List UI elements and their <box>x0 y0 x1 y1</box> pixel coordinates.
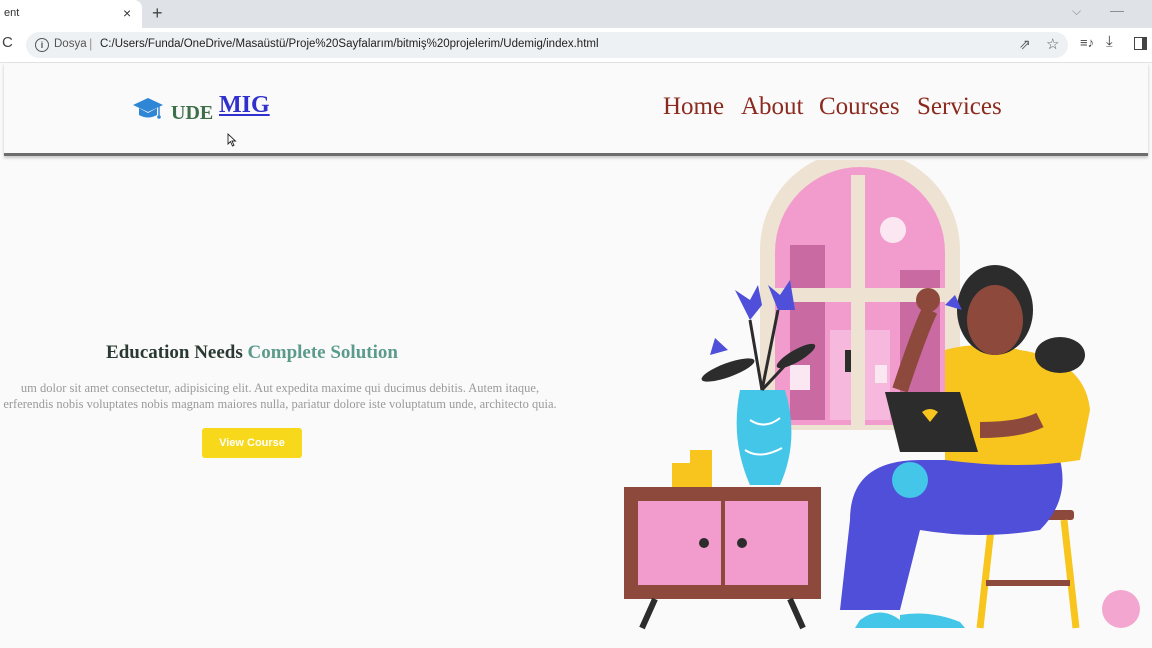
close-icon[interactable]: × <box>123 5 131 21</box>
browser-tab-strip: ent × + ⌵ — <box>0 0 1152 28</box>
hero-illustration <box>624 160 1090 630</box>
headline-accent: Complete Solution <box>247 342 398 363</box>
tab-title: ent <box>4 7 20 19</box>
share-icon[interactable]: ⇗ <box>1019 36 1031 53</box>
side-panel-icon[interactable] <box>1134 37 1147 50</box>
hero-paragraph: um dolor sit amet consectetur, adipisici… <box>0 380 570 412</box>
nav-link-about[interactable]: About <box>741 93 804 121</box>
media-controls-icon[interactable]: ≡♪ <box>1080 35 1094 50</box>
hero-headline: Education Needs Complete Solution <box>0 342 504 364</box>
address-bar[interactable]: i Dosya | C:/Users/Funda/OneDrive/Masaüs… <box>26 32 1068 58</box>
tab-search-icon[interactable]: ⌵ <box>1072 4 1081 19</box>
graduation-cap-icon <box>133 98 163 119</box>
headline-main: Education Needs <box>106 342 243 363</box>
browser-tab[interactable]: ent × <box>0 0 142 28</box>
download-icon[interactable]: ⤓ <box>1106 33 1113 50</box>
url-text[interactable]: C:/Users/Funda/OneDrive/Masaüstü/Proje%2… <box>100 38 599 50</box>
site-label: Dosya <box>54 38 87 50</box>
logo-text: UDE <box>171 102 214 124</box>
nav-link-home[interactable]: Home <box>663 93 724 121</box>
browser-toolbar: C i Dosya | C:/Users/Funda/OneDrive/Masa… <box>0 28 1152 63</box>
paragraph-line: um dolor sit amet consectetur, adipisici… <box>20 381 540 395</box>
minimize-icon[interactable]: — <box>1110 2 1124 18</box>
mouse-pointer-icon <box>227 133 237 147</box>
url-separator: | <box>89 36 93 51</box>
paragraph-line: erferendis nobis voluptates nobis magnam… <box>3 397 557 411</box>
reload-icon[interactable]: C <box>2 34 13 51</box>
nav-link-courses[interactable]: Courses <box>819 93 900 121</box>
nav-link-services[interactable]: Services <box>917 93 1002 121</box>
logo-link[interactable]: MIG <box>219 92 270 119</box>
info-icon[interactable]: i <box>35 38 49 52</box>
bookmark-star-icon[interactable]: ☆ <box>1046 35 1059 53</box>
view-course-button[interactable]: View Course <box>202 428 302 458</box>
floating-action-button[interactable] <box>1102 590 1140 628</box>
new-tab-icon[interactable]: + <box>152 3 163 24</box>
